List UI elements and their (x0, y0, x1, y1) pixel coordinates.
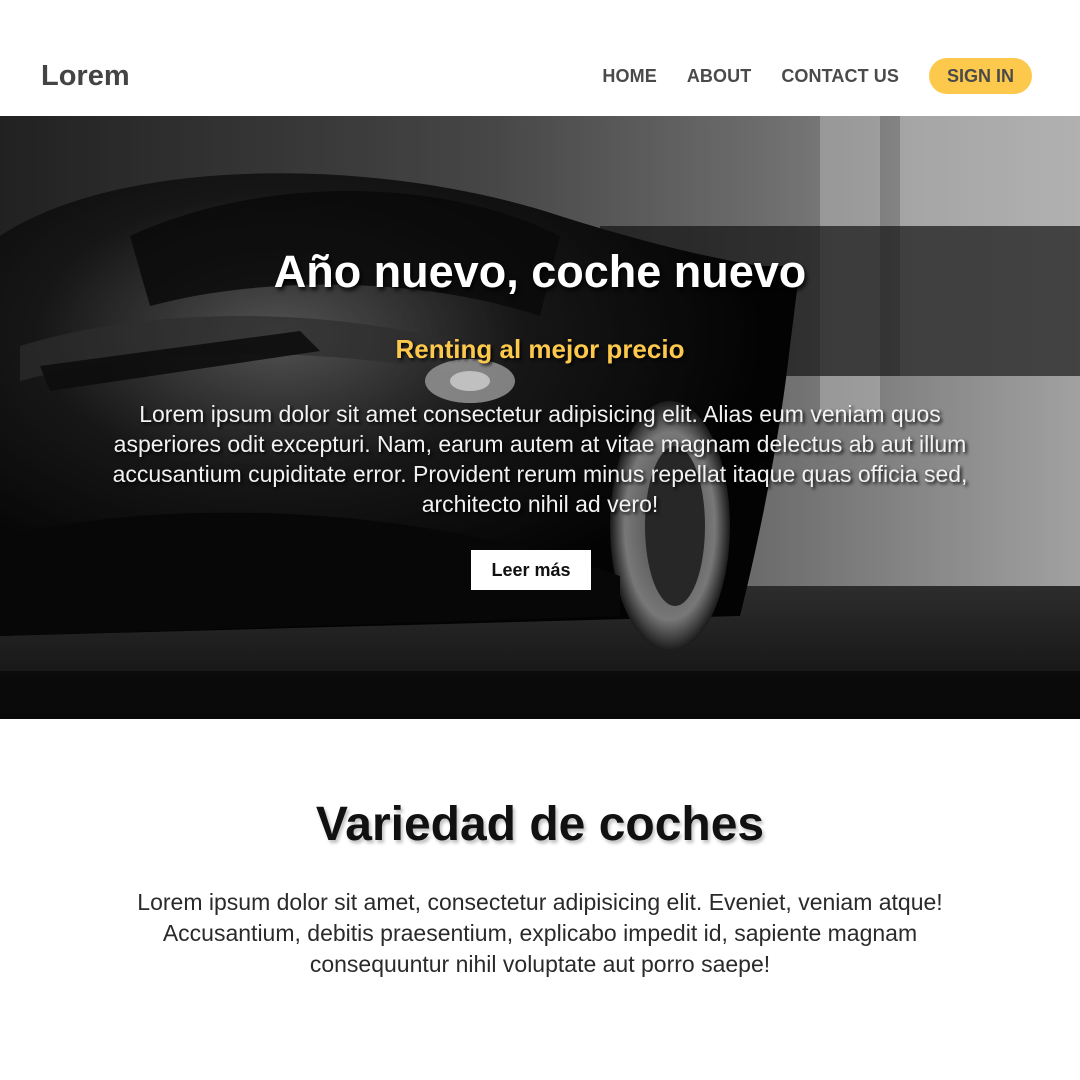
section-title: Variedad de coches (315, 798, 765, 851)
hero-content: Año nuevo, coche nuevo Renting al mejor … (0, 116, 1080, 719)
site-logo[interactable]: Lorem (41, 58, 130, 94)
hero-title: Año nuevo, coche nuevo (273, 246, 807, 297)
site-header: Lorem HOME ABOUT CONTACT US SIGN IN (0, 0, 1080, 116)
section-description: Lorem ipsum dolor sit amet, consectetur … (137, 889, 943, 977)
nav-link-contact[interactable]: CONTACT US (781, 66, 899, 87)
sign-in-button[interactable]: SIGN IN (928, 58, 1032, 94)
nav-link-home[interactable]: HOME (602, 66, 656, 87)
hero-description: Lorem ipsum dolor sit amet consectetur a… (112, 401, 968, 517)
variety-section: Variedad de coches Lorem ipsum dolor sit… (0, 719, 1080, 1080)
hero-section: Año nuevo, coche nuevo Renting al mejor … (0, 116, 1080, 719)
main-nav: HOME ABOUT CONTACT US SIGN IN (602, 58, 1032, 94)
hero-subtitle: Renting al mejor precio (395, 334, 685, 364)
read-more-button[interactable]: Leer más (471, 550, 591, 590)
nav-link-about[interactable]: ABOUT (687, 66, 752, 87)
